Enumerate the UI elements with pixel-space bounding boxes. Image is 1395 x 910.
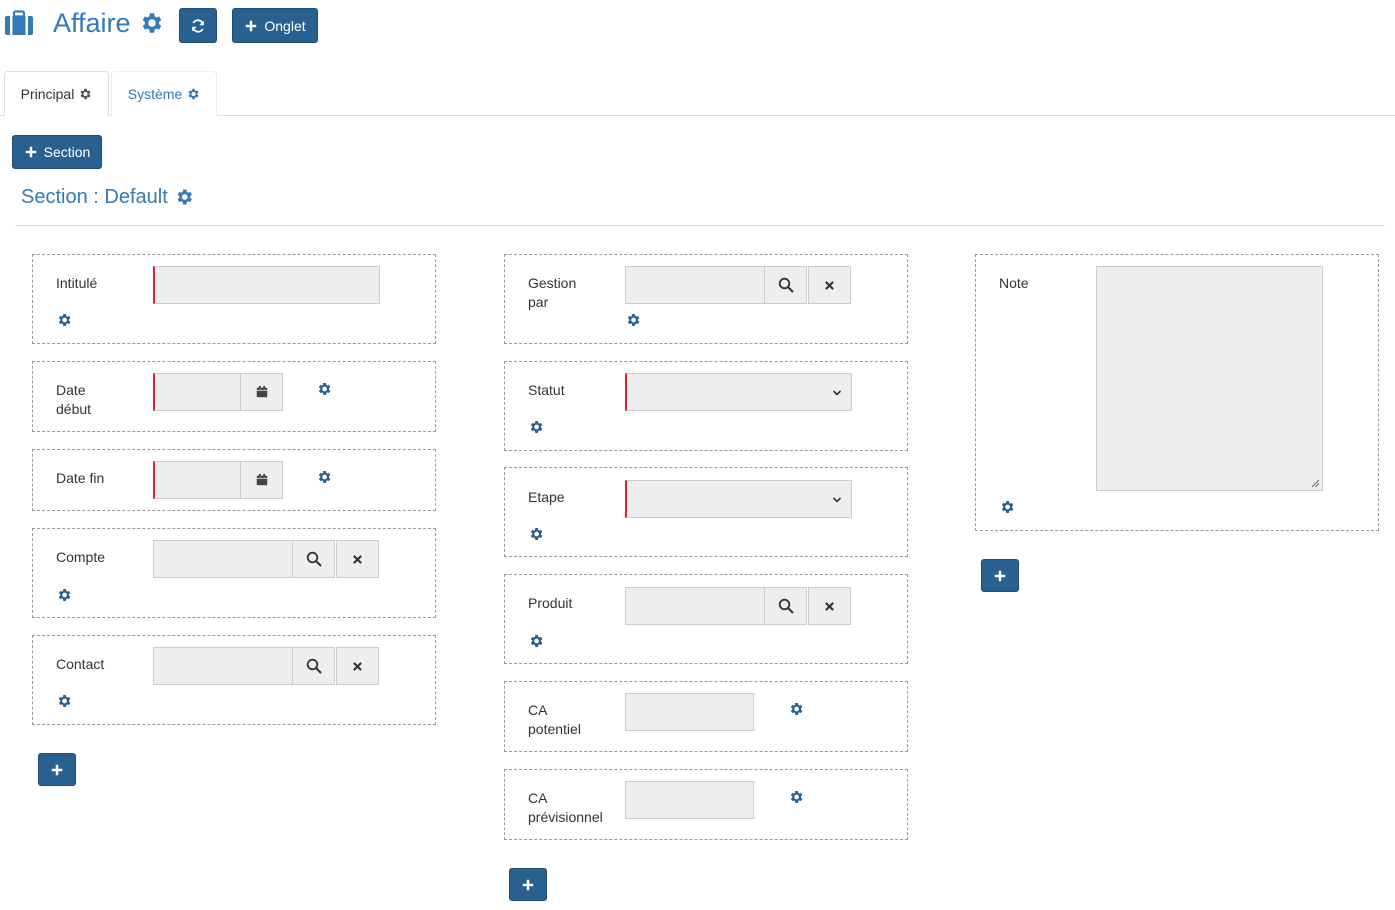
refresh-icon — [192, 18, 204, 33]
gear-icon[interactable] — [316, 381, 332, 400]
ca-potentiel-input[interactable] — [625, 693, 754, 731]
ca-previsionnel-label-line2: prévisionnel — [528, 809, 603, 825]
date-fin-calendar-button[interactable] — [240, 461, 283, 499]
plus-icon — [993, 569, 1007, 583]
add-field-col1-button[interactable] — [38, 753, 76, 786]
plus-icon — [521, 878, 535, 892]
contact-input[interactable] — [153, 647, 293, 685]
ca-previsionnel-label-line1: CA — [528, 790, 548, 806]
statut-label: Statut — [528, 382, 565, 398]
contact-label: Contact — [56, 656, 105, 672]
gear-icon[interactable] — [999, 499, 1015, 518]
date-debut-label: Date début — [56, 381, 91, 419]
add-tab-label: Onglet — [264, 17, 306, 34]
date-debut-label-line1: Date — [56, 382, 86, 398]
gear-icon[interactable] — [186, 87, 200, 101]
produit-input[interactable] — [625, 587, 765, 625]
add-section-button[interactable]: Section — [12, 135, 102, 169]
chevron-down-icon — [831, 494, 843, 506]
compte-input[interactable] — [153, 540, 293, 578]
tab-systeme-label: Système — [127, 86, 183, 102]
intitule-label: Intitulé — [56, 275, 98, 291]
gear-icon[interactable] — [528, 526, 544, 545]
gestion-par-clear-button[interactable] — [808, 266, 851, 304]
gear-icon[interactable] — [528, 419, 544, 438]
search-icon — [778, 598, 794, 614]
ca-previsionnel-label: CA prévisionnel — [528, 789, 603, 827]
ca-potentiel-label: CA potentiel — [528, 701, 581, 739]
tab-systeme[interactable]: Système — [111, 71, 217, 116]
section-gear-icon[interactable] — [174, 187, 194, 207]
contact-search-button[interactable] — [292, 647, 335, 685]
search-icon — [306, 658, 322, 674]
etape-label: Etape — [528, 489, 565, 505]
ca-potentiel-label-line1: CA — [528, 702, 548, 718]
gear-icon[interactable] — [625, 312, 641, 331]
gear-icon[interactable] — [56, 693, 72, 712]
section-title-text: Section : Default — [21, 186, 168, 208]
intitule-input[interactable] — [153, 266, 380, 304]
etape-select[interactable] — [625, 480, 852, 518]
gear-icon[interactable] — [788, 789, 804, 808]
page-title: Affaire — [53, 8, 131, 38]
gear-icon[interactable] — [788, 701, 804, 720]
produit-label: Produit — [528, 595, 573, 611]
statut-select[interactable] — [625, 373, 852, 411]
note-textarea[interactable] — [1096, 266, 1323, 491]
gestion-par-label: Gestion par — [528, 274, 576, 312]
plus-icon — [244, 19, 258, 33]
compte-clear-button[interactable] — [336, 540, 379, 578]
clear-icon — [351, 660, 364, 673]
ca-previsionnel-input[interactable] — [625, 781, 754, 819]
resize-grip-icon[interactable] — [1310, 478, 1320, 488]
search-icon — [778, 277, 794, 293]
gear-icon[interactable] — [56, 587, 72, 606]
date-debut-calendar-button[interactable] — [240, 373, 283, 411]
search-icon — [306, 551, 322, 567]
produit-clear-button[interactable] — [808, 587, 851, 625]
gestion-par-search-button[interactable] — [764, 266, 807, 304]
clear-icon — [351, 553, 364, 566]
section-divider — [15, 225, 1385, 226]
date-debut-input[interactable] — [153, 373, 241, 411]
chevron-down-icon — [831, 387, 843, 399]
add-tab-button[interactable]: Onglet — [232, 8, 318, 43]
note-label: Note — [999, 275, 1029, 291]
clear-icon — [823, 279, 836, 292]
tab-principal-label: Principal — [20, 85, 75, 102]
contact-clear-button[interactable] — [336, 647, 379, 685]
add-field-col3-button[interactable] — [981, 559, 1019, 592]
plus-icon — [50, 763, 64, 777]
title-settings-gear-icon[interactable] — [138, 10, 164, 36]
date-fin-input[interactable] — [153, 461, 241, 499]
add-section-label: Section — [43, 144, 91, 160]
add-field-col2-button[interactable] — [509, 868, 547, 901]
briefcase-icon — [4, 10, 34, 36]
gear-icon[interactable] — [528, 633, 544, 652]
refresh-button[interactable] — [179, 8, 217, 43]
gestion-par-label-line2: par — [528, 294, 549, 310]
plus-icon — [24, 145, 38, 159]
gear-icon[interactable] — [56, 312, 72, 331]
produit-search-button[interactable] — [764, 587, 807, 625]
calendar-icon — [255, 385, 269, 399]
gestion-par-label-line1: Gestion — [528, 275, 577, 291]
gear-icon[interactable] — [78, 87, 92, 101]
tab-principal[interactable]: Principal — [4, 71, 109, 116]
date-fin-label: Date fin — [56, 470, 105, 486]
clear-icon — [823, 600, 836, 613]
ca-potentiel-label-line2: potentiel — [528, 721, 581, 737]
calendar-icon — [255, 473, 269, 487]
date-debut-label-line2: début — [56, 401, 92, 417]
gear-icon[interactable] — [316, 469, 332, 488]
compte-search-button[interactable] — [292, 540, 335, 578]
compte-label: Compte — [56, 549, 106, 565]
gestion-par-input[interactable] — [625, 266, 765, 304]
section-title: Section : Default — [21, 184, 194, 210]
